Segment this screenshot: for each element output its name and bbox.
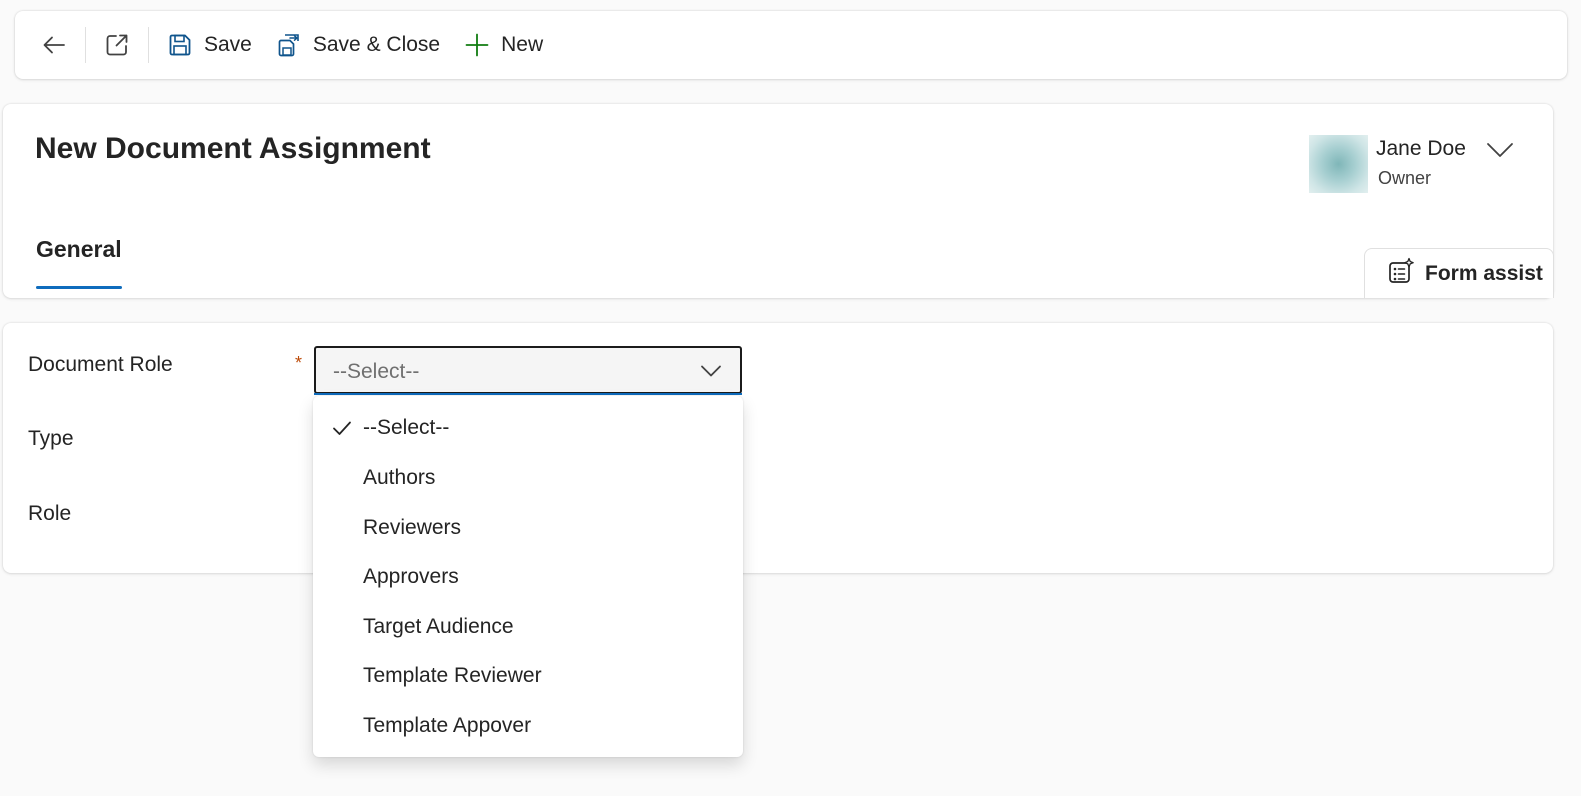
general-section: Document Role * --Select-- Type Role — [3, 323, 1553, 573]
tab-selected-indicator — [36, 286, 122, 289]
toolbar-divider — [85, 27, 86, 63]
dropdown-option-target-audience[interactable]: Target Audience — [313, 605, 743, 651]
owner-section[interactable]: Jane Doe Owner — [1309, 135, 1514, 193]
plus-icon — [464, 32, 490, 58]
back-button[interactable] — [29, 23, 79, 67]
dropdown-option-approvers[interactable]: Approvers — [313, 555, 743, 601]
back-arrow-icon — [41, 32, 67, 58]
toolbar-divider — [148, 27, 149, 63]
required-indicator: * — [295, 353, 303, 373]
dropdown-option-template-appover[interactable]: Template Appover — [313, 704, 743, 750]
dropdown-option-label: Target Audience — [363, 615, 514, 638]
avatar — [1309, 135, 1368, 193]
document-role-select[interactable]: --Select-- — [314, 346, 742, 395]
save-button[interactable]: Save — [155, 23, 264, 67]
save-and-close-label: Save & Close — [312, 33, 441, 56]
dropdown-option-label: Reviewers — [363, 516, 462, 539]
save-floppy-icon — [167, 32, 193, 58]
dropdown-option-label: Authors — [363, 466, 436, 489]
owner-name: Jane Doe — [1376, 137, 1466, 160]
document-role-listbox: --Select-- Authors Reviewers Approvers T… — [313, 396, 743, 757]
document-role-selected-value: --Select-- — [333, 360, 420, 383]
role-label: Role — [28, 502, 72, 525]
dropdown-option-reviewers[interactable]: Reviewers — [313, 506, 743, 552]
open-in-new-window-button[interactable] — [92, 23, 142, 67]
save-and-close-button[interactable]: Save & Close — [264, 23, 452, 67]
dropdown-option-authors[interactable]: Authors — [313, 456, 743, 502]
dropdown-option-label: Template Reviewer — [363, 664, 542, 687]
dropdown-option-label: Approvers — [363, 565, 459, 588]
chevron-down-icon — [700, 364, 722, 383]
open-in-new-window-icon — [104, 32, 130, 58]
checkmark-icon — [332, 420, 352, 441]
command-bar: Save Save & Close New — [15, 11, 1567, 79]
new-label: New — [501, 33, 544, 56]
form-assist-sparkle-icon — [1387, 257, 1415, 291]
tab-general[interactable]: General — [36, 236, 122, 263]
dropdown-option-label: Template Appover — [363, 714, 532, 737]
dropdown-option-template-reviewer[interactable]: Template Reviewer — [313, 654, 743, 700]
chevron-down-icon[interactable] — [1486, 141, 1514, 164]
new-button[interactable]: New — [452, 23, 555, 67]
owner-role: Owner — [1378, 168, 1432, 188]
document-role-label: Document Role — [28, 353, 173, 376]
dropdown-option-select[interactable]: --Select-- — [313, 406, 743, 452]
form-assist-label: Form assist — [1425, 261, 1543, 285]
page-title: New Document Assignment — [35, 132, 431, 165]
dropdown-option-label: --Select-- — [363, 416, 450, 439]
record-header: New Document Assignment Jane Doe Owner G… — [3, 104, 1554, 298]
type-label: Type — [28, 427, 74, 450]
form-assist-button[interactable]: Form assist — [1364, 248, 1554, 298]
save-and-close-icon — [276, 32, 302, 58]
save-label: Save — [204, 33, 252, 56]
